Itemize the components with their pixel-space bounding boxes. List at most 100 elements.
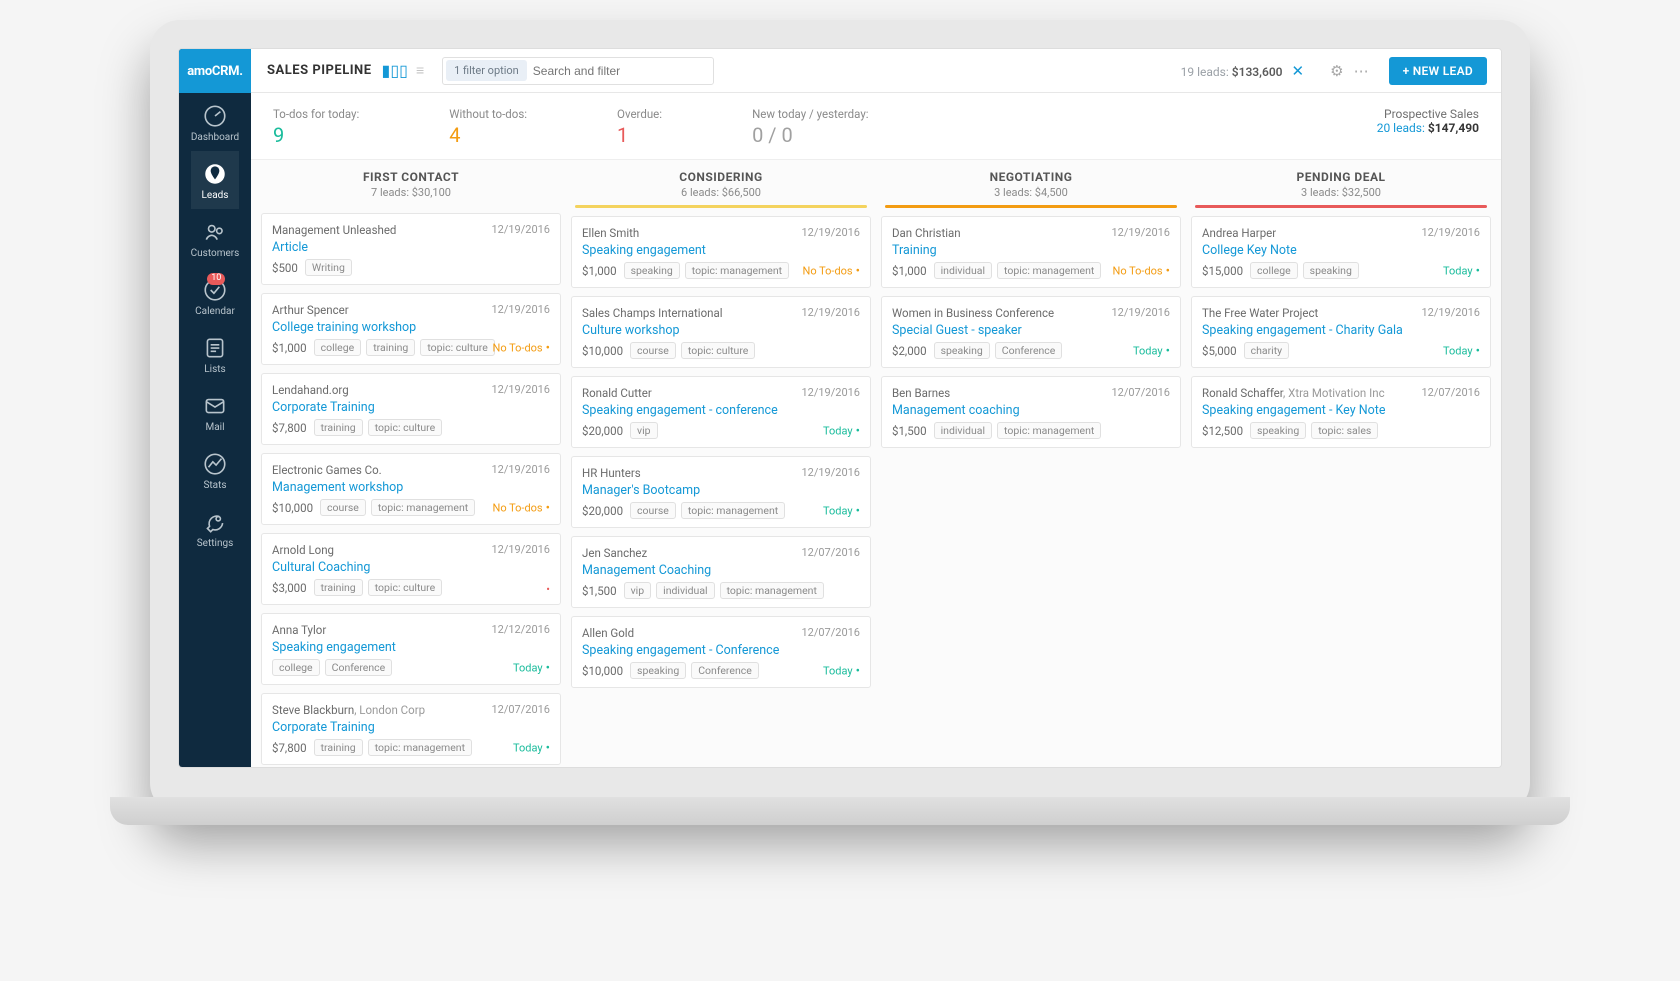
card-title: Management workshop xyxy=(272,480,550,495)
sidebar-item-leads[interactable]: Leads xyxy=(191,151,240,209)
pipeline-column: NEGOTIATING3 leads: $4,500Dan Christian1… xyxy=(881,160,1181,753)
card-status-today: Today xyxy=(1443,344,1480,359)
card-tag[interactable]: speaking xyxy=(1250,422,1306,439)
card-date: 12/07/2016 xyxy=(491,703,550,717)
card-tag[interactable]: Conference xyxy=(995,342,1063,359)
card-tag[interactable]: charity xyxy=(1244,342,1290,359)
card-tag[interactable]: topic: culture xyxy=(368,419,443,436)
card-tag[interactable]: course xyxy=(630,342,676,359)
card-tag[interactable]: training xyxy=(314,419,363,436)
card-tag[interactable]: Conference xyxy=(325,659,393,676)
list-view-icon[interactable]: ≡ xyxy=(416,62,424,79)
card-tag[interactable]: training xyxy=(314,739,363,756)
card-tag[interactable]: speaking xyxy=(624,262,680,279)
card-price: $20,000 xyxy=(582,424,623,438)
new-lead-button[interactable]: + NEW LEAD xyxy=(1389,57,1487,85)
card-tag[interactable]: topic: management xyxy=(371,499,475,516)
sidebar-item-label: Mail xyxy=(205,422,224,433)
card-tag[interactable]: individual xyxy=(656,582,714,599)
lead-card[interactable]: Ben Barnes12/07/2016Management coaching$… xyxy=(881,376,1181,448)
lead-card[interactable]: Ellen Smith12/19/2016Speaking engagement… xyxy=(571,216,871,288)
card-status-no-todos: No To-dos xyxy=(802,264,860,279)
lead-card[interactable]: Dan Christian12/19/2016Training$1,000ind… xyxy=(881,216,1181,288)
lead-card[interactable]: HR Hunters12/19/2016Manager's Bootcamp$2… xyxy=(571,456,871,528)
card-tag[interactable]: speaking xyxy=(1303,262,1359,279)
view-toggle[interactable]: ▮▯▯ ≡ xyxy=(382,61,425,80)
card-tag[interactable]: topic: culture xyxy=(368,579,443,596)
lead-card[interactable]: Management Unleashed12/19/2016Article$50… xyxy=(261,213,561,285)
card-price: $2,000 xyxy=(892,344,927,358)
column-title: CONSIDERING xyxy=(571,170,871,184)
lead-card[interactable]: Andrea Harper12/19/2016College Key Note$… xyxy=(1191,216,1491,288)
card-title: Special Guest - speaker xyxy=(892,323,1170,338)
lead-card[interactable]: Arnold Long12/19/2016Cultural Coaching$3… xyxy=(261,533,561,605)
clear-filter-icon[interactable]: ✕ xyxy=(1292,62,1305,80)
gear-icon[interactable]: ⚙ xyxy=(1330,62,1343,80)
card-tag[interactable]: speaking xyxy=(630,662,686,679)
lead-card[interactable]: Steve Blackburn, London Corp12/07/2016Co… xyxy=(261,693,561,765)
card-tag[interactable]: college xyxy=(1250,262,1298,279)
card-tag[interactable]: topic: management xyxy=(368,739,472,756)
column-header: PENDING DEAL3 leads: $32,500 xyxy=(1191,160,1491,205)
pipeline-column: CONSIDERING6 leads: $66,500Ellen Smith12… xyxy=(571,160,871,753)
sidebar-item-dashboard[interactable]: Dashboard xyxy=(191,93,240,151)
lead-card[interactable]: Ronald Cutter12/19/2016Speaking engageme… xyxy=(571,376,871,448)
card-tag[interactable]: training xyxy=(314,579,363,596)
card-tag[interactable]: course xyxy=(320,499,366,516)
card-tag[interactable]: topic: culture xyxy=(681,342,756,359)
card-tag[interactable]: training xyxy=(366,339,415,356)
card-title: Speaking engagement xyxy=(272,640,550,655)
card-tag[interactable]: topic: sales xyxy=(1311,422,1378,439)
sidebar: amoCRM. DashboardLeadsCustomersCalendar1… xyxy=(179,49,251,767)
lead-card[interactable]: The Free Water Project12/19/2016Speaking… xyxy=(1191,296,1491,368)
lead-card[interactable]: Jen Sanchez12/07/2016Management Coaching… xyxy=(571,536,871,608)
card-tag[interactable]: topic: management xyxy=(997,422,1101,439)
lead-card[interactable]: Ronald Schaffer, Xtra Motivation Inc12/0… xyxy=(1191,376,1491,448)
card-title: Speaking engagement - Conference xyxy=(582,643,860,658)
lead-card[interactable]: Allen Gold12/07/2016Speaking engagement … xyxy=(571,616,871,688)
lead-card[interactable]: Lendahand.org12/19/2016Corporate Trainin… xyxy=(261,373,561,445)
card-date: 12/19/2016 xyxy=(491,303,550,317)
card-contact: Anna Tylor xyxy=(272,623,326,637)
sidebar-item-calendar[interactable]: Calendar10 xyxy=(191,267,240,325)
more-icon[interactable]: ⋯ xyxy=(1354,62,1369,80)
search-filter-box[interactable]: 1 filter option xyxy=(442,57,714,85)
sidebar-item-settings[interactable]: Settings xyxy=(191,499,240,557)
lead-card[interactable]: Anna Tylor12/12/2016Speaking engagementc… xyxy=(261,613,561,685)
filter-pill[interactable]: 1 filter option xyxy=(446,60,527,81)
card-tag[interactable]: vip xyxy=(624,582,652,599)
card-tag[interactable]: Writing xyxy=(305,259,352,276)
card-status-no-todos: No To-dos xyxy=(492,341,550,356)
lead-card[interactable]: Women in Business Conference12/19/2016Sp… xyxy=(881,296,1181,368)
card-title: College Key Note xyxy=(1202,243,1480,258)
card-tag[interactable]: course xyxy=(630,502,676,519)
card-tag[interactable]: topic: management xyxy=(681,502,785,519)
card-tag[interactable]: college xyxy=(272,659,320,676)
card-tag[interactable]: Conference xyxy=(691,662,759,679)
card-contact: Electronic Games Co. xyxy=(272,463,382,477)
card-tag[interactable]: speaking xyxy=(934,342,990,359)
sidebar-item-lists[interactable]: Lists xyxy=(191,325,240,383)
sidebar-item-mail[interactable]: Mail xyxy=(191,383,240,441)
card-tag[interactable]: topic: management xyxy=(997,262,1101,279)
card-tag[interactable]: college xyxy=(314,339,362,356)
card-tag[interactable]: topic: management xyxy=(720,582,824,599)
card-date: 12/19/2016 xyxy=(801,466,860,480)
lead-card[interactable]: Arthur Spencer12/19/2016College training… xyxy=(261,293,561,365)
search-input[interactable] xyxy=(533,64,713,78)
card-tag[interactable]: individual xyxy=(934,262,992,279)
kanban-view-icon[interactable]: ▮▯▯ xyxy=(382,61,408,80)
page-title: SALES PIPELINE xyxy=(267,63,372,78)
lead-card[interactable]: Electronic Games Co.12/19/2016Management… xyxy=(261,453,561,525)
lead-card[interactable]: Sales Champs International12/19/2016Cult… xyxy=(571,296,871,368)
card-tag[interactable]: individual xyxy=(934,422,992,439)
sidebar-item-stats[interactable]: Stats xyxy=(191,441,240,499)
card-tag[interactable]: topic: management xyxy=(685,262,789,279)
topbar: SALES PIPELINE ▮▯▯ ≡ 1 filter option 19 … xyxy=(251,49,1501,93)
main-area: SALES PIPELINE ▮▯▯ ≡ 1 filter option 19 … xyxy=(251,49,1501,767)
card-date: 12/07/2016 xyxy=(1421,386,1480,400)
card-tag[interactable]: vip xyxy=(630,422,658,439)
card-tag[interactable]: topic: culture xyxy=(420,339,495,356)
sidebar-item-customers[interactable]: Customers xyxy=(191,209,240,267)
sidebar-badge: 10 xyxy=(207,273,225,285)
